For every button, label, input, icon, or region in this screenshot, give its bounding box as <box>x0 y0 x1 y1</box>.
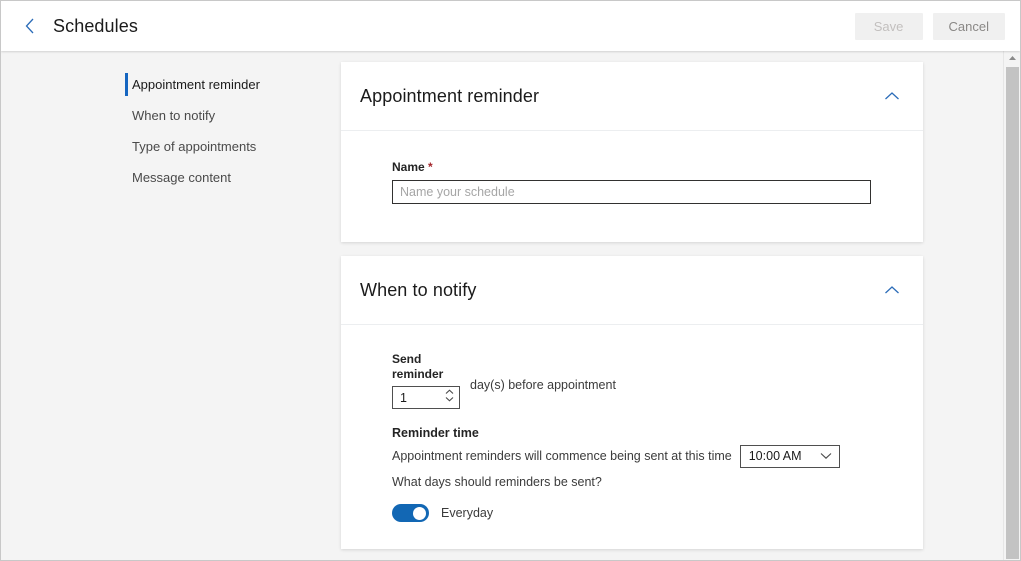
reminder-time-row: Appointment reminders will commence bein… <box>392 443 840 469</box>
sidebar-item-label: Type of appointments <box>132 139 257 154</box>
name-input[interactable] <box>392 180 871 204</box>
reminder-time-group: Reminder time Appointment reminders will… <box>392 426 840 522</box>
toggle-knob <box>413 506 426 520</box>
sidebar-item-when-to-notify[interactable]: When to notify <box>125 100 315 131</box>
collapse-appointment-reminder-button[interactable] <box>879 83 905 109</box>
spinner-down-icon[interactable] <box>445 396 454 402</box>
cancel-button[interactable]: Cancel <box>932 12 1005 40</box>
send-reminder-group: Send reminder 1 day(s) before appointmen… <box>392 352 616 409</box>
chevron-left-icon <box>25 18 34 34</box>
everyday-toggle-row: Everyday <box>392 504 840 522</box>
save-button[interactable]: Save <box>854 12 923 40</box>
card-title: Appointment reminder <box>360 85 540 106</box>
days-question-text: What days should reminders be sent? <box>392 475 602 489</box>
page-body: Appointment reminder When to notify Type… <box>1 51 1020 560</box>
sidebar-item-label: Message content <box>132 170 232 185</box>
reminder-time-label: Reminder time <box>392 426 479 440</box>
send-reminder-left: Send reminder 1 <box>392 352 462 409</box>
app-header: Schedules Save Cancel <box>1 1 1020 51</box>
name-field-group: Name * <box>392 160 871 204</box>
vertical-scrollbar[interactable] <box>1003 51 1020 560</box>
caret-up-icon <box>1008 56 1016 60</box>
schedules-page: Schedules Save Cancel Appointment remind… <box>0 0 1021 561</box>
card-header: When to notify <box>341 256 923 325</box>
card-when-to-notify: When to notify Send reminder 1 day(s) be… <box>341 256 923 549</box>
stepper-spinners[interactable] <box>445 389 454 402</box>
chevron-down-icon <box>820 452 832 459</box>
send-reminder-label: Send reminder <box>392 352 444 381</box>
sidebar-item-label: Appointment reminder <box>132 77 260 92</box>
days-before-appointment-text: day(s) before appointment <box>470 378 616 392</box>
back-button[interactable] <box>15 11 45 41</box>
reminder-time-value: 10:00 AM <box>748 449 802 463</box>
sidebar-item-label: When to notify <box>132 108 216 123</box>
collapse-when-to-notify-button[interactable] <box>879 277 905 303</box>
sidebar-item-type-of-appointments[interactable]: Type of appointments <box>125 131 315 162</box>
card-appointment-reminder: Appointment reminder Name * <box>341 62 923 242</box>
spinner-up-icon[interactable] <box>445 389 454 395</box>
name-label-text: Name <box>392 160 425 174</box>
everyday-label: Everyday <box>441 506 494 520</box>
days-before-value: 1 <box>400 390 407 405</box>
section-navigation: Appointment reminder When to notify Type… <box>125 69 315 193</box>
scrollbar-thumb[interactable] <box>1006 67 1019 559</box>
days-before-stepper[interactable]: 1 <box>392 386 460 409</box>
scroll-up-button[interactable] <box>1004 51 1020 65</box>
sidebar-item-message-content[interactable]: Message content <box>125 162 315 193</box>
card-header: Appointment reminder <box>341 62 923 131</box>
required-marker: * <box>428 160 433 174</box>
everyday-toggle[interactable] <box>392 504 429 522</box>
commence-text: Appointment reminders will commence bein… <box>392 449 732 463</box>
name-label: Name * <box>392 160 871 174</box>
reminder-time-dropdown[interactable]: 10:00 AM <box>739 444 840 468</box>
chevron-up-icon <box>885 286 899 294</box>
page-title: Schedules <box>53 15 138 36</box>
sidebar-item-appointment-reminder[interactable]: Appointment reminder <box>125 69 315 100</box>
header-actions: Save Cancel <box>854 12 1005 40</box>
card-title: When to notify <box>360 279 477 300</box>
chevron-up-icon <box>885 92 899 100</box>
